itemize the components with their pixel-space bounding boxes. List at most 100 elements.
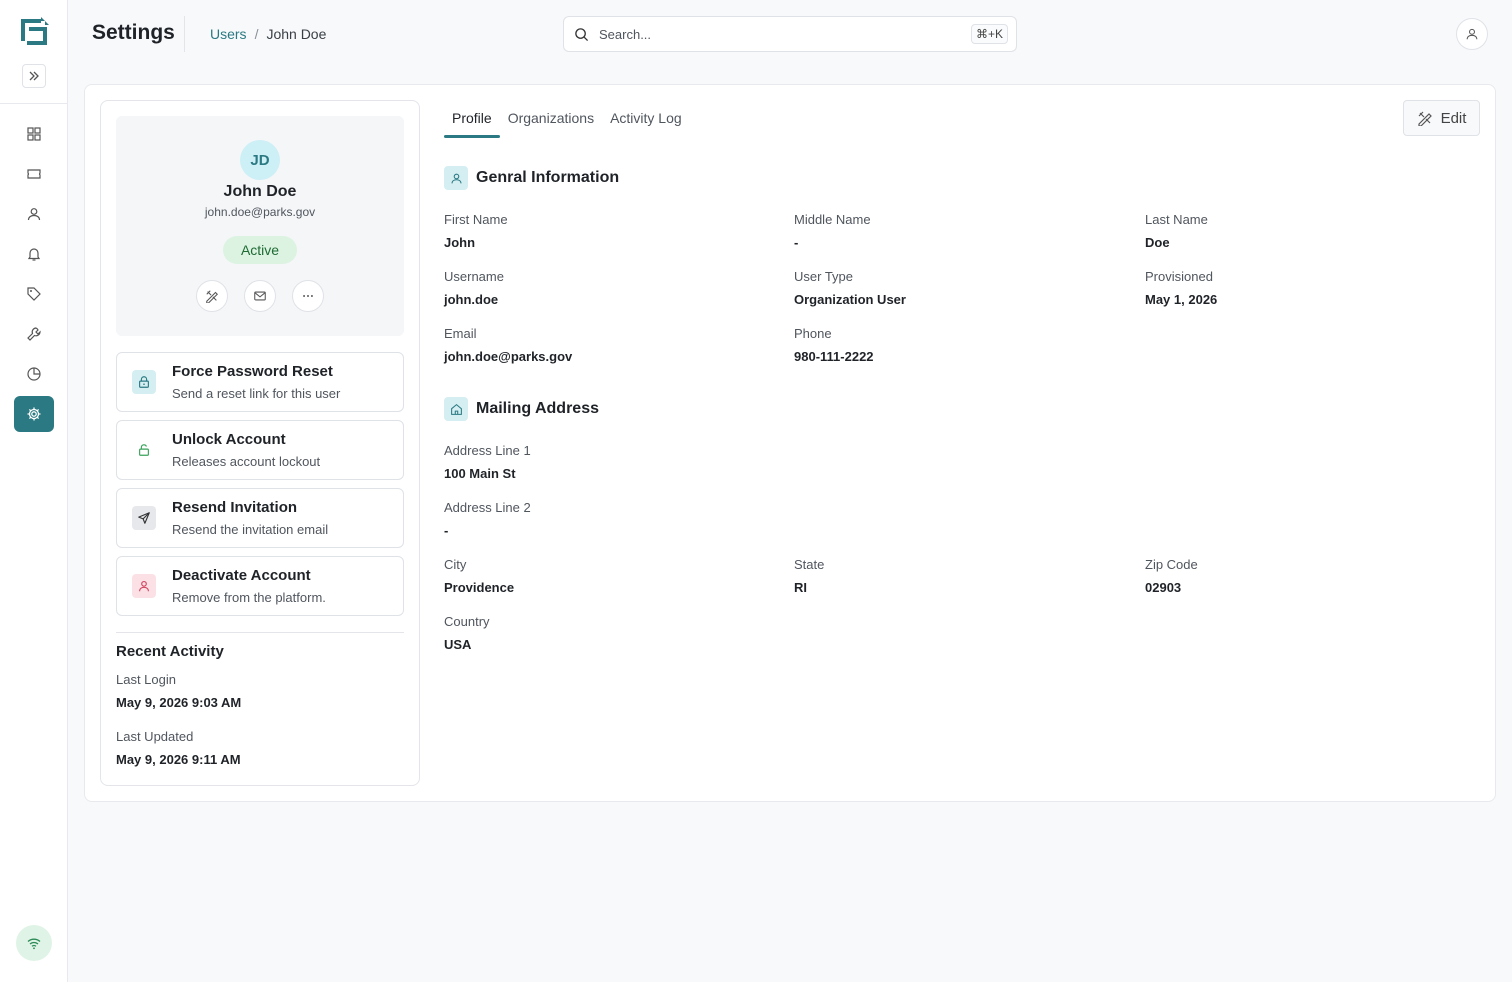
user-x-icon	[132, 574, 156, 598]
wrench-icon	[27, 327, 41, 341]
username-label: Username	[444, 269, 504, 284]
profile-email: john.doe@parks.gov	[204, 205, 316, 219]
tab-activity-log[interactable]: Activity Log	[602, 108, 690, 136]
mailing-address-title: Mailing Address	[476, 400, 599, 417]
wifi-icon	[27, 938, 41, 950]
search-input[interactable]	[599, 26, 971, 42]
sidebar-item-notifications[interactable]	[14, 236, 54, 272]
breadcrumb-separator: /	[254, 26, 259, 42]
tag-icon	[27, 287, 41, 301]
sidebar-item-tags[interactable]	[14, 276, 54, 312]
sidebar-item-users[interactable]	[14, 196, 54, 232]
sidebar-item-tools[interactable]	[14, 316, 54, 352]
edit-tools-icon	[1417, 111, 1432, 126]
sidebar-item-reports[interactable]	[14, 356, 54, 392]
email-user-button[interactable]	[244, 280, 276, 312]
bell-icon	[27, 248, 41, 261]
action-title: Deactivate Account	[172, 567, 311, 584]
connection-status-button[interactable]	[16, 925, 52, 961]
last-name-label: Last Name	[1145, 212, 1208, 227]
force-password-reset-button[interactable]: Force Password Reset Send a reset link f…	[116, 352, 404, 412]
status-badge: Active	[223, 236, 297, 264]
zip-code-value: 02903	[1145, 580, 1182, 595]
tab-profile[interactable]: Profile	[444, 108, 500, 138]
edit-tools-icon	[206, 290, 218, 303]
middle-name-label: Middle Name	[794, 212, 871, 227]
lock-icon	[132, 370, 156, 394]
more-horizontal-icon	[303, 295, 313, 297]
user-type-label: User Type	[794, 269, 854, 284]
sidebar-item-tickets[interactable]	[14, 156, 54, 192]
recent-activity-title: Recent Activity	[116, 643, 224, 660]
username-value: john.doe	[444, 292, 499, 307]
top-header: Settings Users / John Doe ⌘+K	[68, 0, 1512, 68]
action-subtitle: Releases account lockout	[172, 454, 321, 469]
edit-button[interactable]: Edit	[1403, 100, 1480, 136]
recent-divider	[116, 632, 404, 633]
city-label: City	[444, 557, 467, 572]
gear-icon	[27, 407, 41, 421]
edit-button-label: Edit	[1440, 109, 1467, 127]
user-menu-button[interactable]	[1456, 18, 1488, 50]
user-icon	[1466, 28, 1478, 40]
breadcrumb-users-link[interactable]: Users	[210, 26, 247, 42]
address-line2-value: -	[444, 523, 449, 538]
expand-sidebar-button[interactable]	[22, 64, 46, 88]
search-shortcut-badge: ⌘+K	[970, 24, 1008, 44]
more-options-button[interactable]	[292, 280, 324, 312]
general-info-header: Genral Information	[444, 166, 619, 190]
city-value: Providence	[444, 580, 515, 595]
unlock-icon	[132, 438, 156, 462]
unlock-account-button[interactable]: Unlock Account Releases account lockout	[116, 420, 404, 480]
general-info-title: Genral Information	[476, 169, 620, 186]
country-value: USA	[444, 637, 472, 652]
mailing-address-header: Mailing Address	[444, 397, 599, 421]
action-title: Resend Invitation	[172, 499, 298, 516]
user-icon	[444, 166, 468, 190]
sidebar-item-dashboard[interactable]	[14, 116, 54, 152]
deactivate-account-button[interactable]: Deactivate Account Remove from the platf…	[116, 556, 404, 616]
action-title: Force Password Reset	[172, 363, 333, 380]
first-name-label: First Name	[444, 212, 508, 227]
email-value: john.doe@parks.gov	[444, 349, 573, 364]
provisioned-label: Provisioned	[1145, 269, 1213, 284]
tab-organizations[interactable]: Organizations	[500, 108, 602, 136]
title-divider	[184, 16, 185, 52]
sidebar-divider	[0, 103, 68, 104]
state-label: State	[794, 557, 825, 572]
phone-value: 980-111-2222	[794, 349, 874, 364]
state-value: RI	[794, 580, 807, 595]
last-updated-value: May 9, 2026 9:11 AM	[116, 752, 241, 767]
middle-name-value: -	[794, 235, 799, 250]
address-line1-label: Address Line 1	[444, 443, 531, 458]
user-icon	[27, 208, 41, 221]
last-login-value: May 9, 2026 9:03 AM	[116, 695, 242, 710]
grid-icon	[27, 127, 41, 141]
send-icon	[132, 506, 156, 530]
search-bar[interactable]: ⌘+K	[563, 16, 1017, 52]
action-subtitle: Resend the invitation email	[172, 522, 329, 537]
profile-box: JD John Doe john.doe@parks.gov Active	[116, 116, 404, 336]
address-line2-label: Address Line 2	[444, 500, 531, 515]
app-logo-icon[interactable]	[17, 15, 51, 49]
sidebar-item-settings[interactable]	[14, 396, 54, 432]
page-title: Settings	[92, 21, 175, 44]
action-subtitle: Remove from the platform.	[172, 590, 326, 605]
breadcrumb-current: John Doe	[266, 26, 327, 42]
phone-label: Phone	[794, 326, 832, 341]
home-icon	[444, 397, 468, 421]
country-label: Country	[444, 614, 490, 629]
address-line1-value: 100 Main St	[444, 466, 516, 481]
first-name-value: John	[444, 235, 476, 250]
sidebar	[0, 0, 68, 982]
profile-name: John Doe	[223, 183, 297, 200]
mail-icon	[254, 291, 266, 301]
pie-chart-icon	[27, 367, 41, 381]
last-name-value: Doe	[1145, 235, 1170, 250]
action-subtitle: Send a reset link for this user	[172, 386, 341, 401]
avatar: JD	[240, 140, 280, 180]
edit-profile-button[interactable]	[196, 280, 228, 312]
chevrons-right-icon	[29, 71, 39, 81]
resend-invitation-button[interactable]: Resend Invitation Resend the invitation …	[116, 488, 404, 548]
email-label: Email	[444, 326, 477, 341]
